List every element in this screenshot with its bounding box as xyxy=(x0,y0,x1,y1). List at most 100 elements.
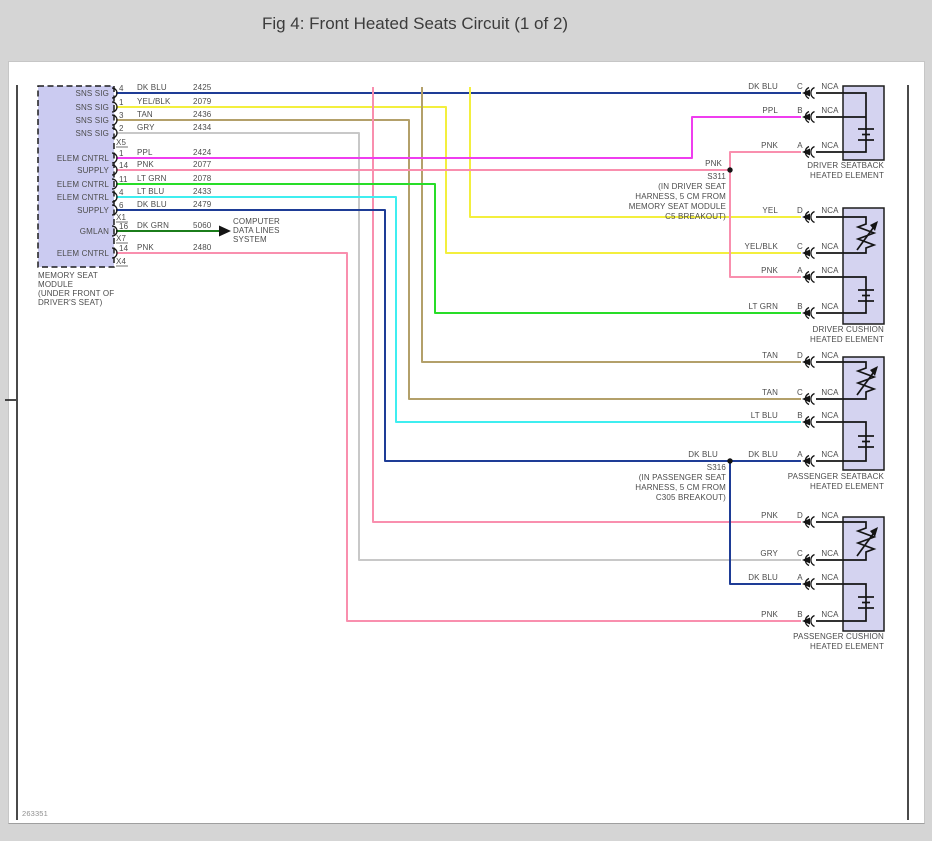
connector-arc-icon xyxy=(810,145,815,159)
connector-arc-icon xyxy=(810,110,815,124)
pin-number: 4 xyxy=(119,188,124,197)
pin-number: 1 xyxy=(119,149,124,158)
pin-number: 14 xyxy=(119,244,129,253)
terminal-label: NCA xyxy=(821,266,839,275)
module-signal-label: SNS SIG xyxy=(75,103,109,112)
computer-note-line: SYSTEM xyxy=(233,235,267,244)
module-signal-label: ELEM CNTRL xyxy=(57,193,110,202)
element-caption-line: HEATED ELEMENT xyxy=(810,171,884,180)
connector-id: X4 xyxy=(116,257,126,266)
wire-color-label: LT BLU xyxy=(137,187,164,196)
connector-arc-icon xyxy=(810,454,815,468)
element-caption-line: DRIVER SEATBACK xyxy=(807,161,884,170)
splice-dot xyxy=(727,458,733,464)
wire-color-label: TAN xyxy=(762,351,778,360)
wire-color-label: YEL xyxy=(762,206,778,215)
pin-letter: B xyxy=(797,106,803,115)
circuit-number: 2425 xyxy=(193,83,212,92)
connector-arc-icon xyxy=(810,306,815,320)
splice-id: S311 xyxy=(707,172,726,181)
circuit-number: 2434 xyxy=(193,123,212,132)
driver-seatback-heated-element: DRIVER SEATBACK HEATED ELEMENT xyxy=(807,85,885,180)
data-line-arrow-icon xyxy=(219,225,231,237)
wiring-diagram: COMPUTER DATA LINES SYSTEM SNS SIG SNS S… xyxy=(5,82,909,820)
terminal-label: NCA xyxy=(821,82,839,91)
splice-note-line: (IN DRIVER SEAT xyxy=(658,182,726,191)
terminal-label: NCA xyxy=(821,388,839,397)
pin-number: 3 xyxy=(119,111,124,120)
connector-arc-icon xyxy=(810,210,815,224)
connector-arc-icon xyxy=(810,415,815,429)
wire-dk-blu-2479 xyxy=(116,209,801,462)
wire-color-label: DK BLU xyxy=(748,573,778,582)
wire-color-label: LT GRN xyxy=(749,302,779,311)
module-signal-label: GMLAN xyxy=(80,227,109,236)
module-caption-line: MODULE xyxy=(38,280,73,289)
module-signal-label: ELEM CNTRL xyxy=(57,180,110,189)
wire-color-label: PNK xyxy=(761,141,778,150)
connector-arc-icon xyxy=(810,392,815,406)
terminal-label: NCA xyxy=(821,302,839,311)
circuit-number: 5060 xyxy=(193,221,212,230)
pin-letter: A xyxy=(797,450,803,459)
pin-letter: B xyxy=(797,411,803,420)
connector-arc-icon xyxy=(810,86,815,100)
pin-number: 11 xyxy=(119,175,128,184)
pin-letter: B xyxy=(797,610,803,619)
pin-letter: A xyxy=(797,141,803,150)
splice-note-line: (IN PASSENGER SEAT xyxy=(639,473,726,482)
wire-color-label: PPL xyxy=(762,106,778,115)
terminal-label: NCA xyxy=(821,450,839,459)
terminal-label: NCA xyxy=(821,141,839,150)
element-caption-line: HEATED ELEMENT xyxy=(810,482,884,491)
splice-wire-label: DK BLU xyxy=(688,450,718,459)
circuit-number: 2436 xyxy=(193,110,212,119)
connector-arc-icon xyxy=(810,577,815,591)
circuit-number: 2424 xyxy=(193,148,212,157)
terminal-label: NCA xyxy=(821,106,839,115)
circuit-number: 2078 xyxy=(193,174,212,183)
module-caption-line: (UNDER FRONT OF xyxy=(38,289,114,298)
wire-tan-to-passenger-seatback-d xyxy=(421,87,801,363)
pin-letter: C xyxy=(797,242,803,251)
element-box xyxy=(842,516,885,632)
module-signal-label: SNS SIG xyxy=(75,116,109,125)
element-caption-line: PASSENGER SEATBACK xyxy=(788,472,885,481)
wire-color-label: YEL/BLK xyxy=(137,97,171,106)
wire-color-label: DK BLU xyxy=(748,450,778,459)
element-caption-line: HEATED ELEMENT xyxy=(810,642,884,651)
module-signal-label: SNS SIG xyxy=(75,89,109,98)
terminal-label: NCA xyxy=(821,411,839,420)
pin-letter: B xyxy=(797,302,803,311)
splice-note-line: HARNESS, 5 CM FROM xyxy=(635,192,726,201)
connector-arc-icon xyxy=(810,515,815,529)
wire-ppl-2424 xyxy=(116,116,801,159)
wire-color-label: TAN xyxy=(137,110,153,119)
pin-letter: D xyxy=(797,511,803,520)
splice-note-line: C5 BREAKOUT) xyxy=(665,212,726,221)
connector-arc-icon xyxy=(810,553,815,567)
wire-tan-2436 xyxy=(116,119,801,400)
terminal-label: NCA xyxy=(821,351,839,360)
pin-number: 2 xyxy=(119,124,124,133)
pin-letter: D xyxy=(797,351,803,360)
connector-arc-icon xyxy=(810,270,815,284)
computer-note-line: COMPUTER xyxy=(233,217,280,226)
terminal-label: NCA xyxy=(821,242,839,251)
splice-wire-label: PNK xyxy=(705,159,722,168)
splice-s316: DK BLU S316 (IN PASSENGER SEAT HARNESS, … xyxy=(635,450,733,502)
pin-number: 16 xyxy=(119,222,129,231)
pin-number: 4 xyxy=(119,84,124,93)
splice-s311: PNK S311 (IN DRIVER SEAT HARNESS, 5 CM F… xyxy=(629,159,733,221)
pin-letter: A xyxy=(797,573,803,582)
wire-color-label: DK BLU xyxy=(137,200,167,209)
splice-id: S316 xyxy=(707,463,727,472)
module-signal-label: SUPPLY xyxy=(77,166,109,175)
wire-color-label: YEL/BLK xyxy=(744,242,778,251)
wire-color-label: PNK xyxy=(137,243,154,252)
module-caption-line: MEMORY SEAT xyxy=(38,271,98,280)
terminal-label: NCA xyxy=(821,573,839,582)
wire-color-label: PPL xyxy=(137,148,153,157)
wire-color-label: TAN xyxy=(762,388,778,397)
wires xyxy=(116,87,801,622)
